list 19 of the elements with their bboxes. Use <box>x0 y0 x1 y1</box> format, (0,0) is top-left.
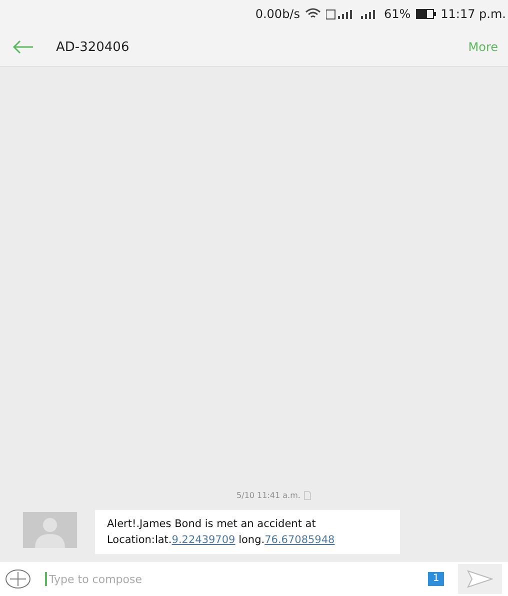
wifi-icon <box>304 8 321 20</box>
add-icon[interactable] <box>5 569 31 589</box>
contact-title: AD-320406 <box>56 40 130 54</box>
coordinate-link[interactable]: 76.67085948 <box>264 534 335 546</box>
more-button[interactable]: More <box>468 40 498 54</box>
battery-icon <box>416 9 436 19</box>
send-button[interactable] <box>458 564 502 594</box>
avatar-placeholder <box>23 512 77 548</box>
compose-bar[interactable]: Type to compose 1 <box>0 562 508 596</box>
message-text: Alert!.James Bond is met an accident at Location:lat.9.22439709 long.76.67085948 <box>107 517 336 548</box>
sim-icon <box>304 491 312 500</box>
battery-percent: 61% <box>384 7 411 21</box>
message-timestamp: 5/10 11:41 a.m. <box>236 491 300 500</box>
clock: 11:17 p.m. <box>440 7 506 21</box>
back-arrow-icon[interactable] <box>12 40 34 54</box>
send-icon <box>467 570 493 588</box>
coordinate-link[interactable]: 9.22439709 <box>172 534 236 546</box>
network-speed: 0.00b/s <box>255 7 300 21</box>
sim-badge[interactable]: 1 <box>428 572 444 586</box>
